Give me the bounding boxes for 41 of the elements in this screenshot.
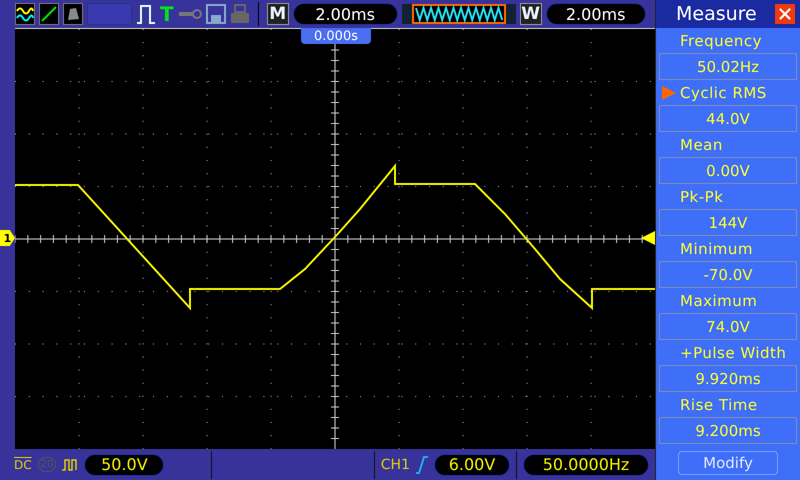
modify-button[interactable]: Modify (678, 451, 778, 475)
trigger-status: T (160, 3, 174, 25)
measurement-value: 9.200ms (659, 417, 797, 444)
trigger-time-tag: 0.000s (301, 28, 371, 44)
channel-marker: 1 (0, 230, 15, 246)
measurement-name[interactable]: Pk-Pk (680, 188, 724, 206)
measurement-name[interactable]: Maximum (680, 292, 758, 310)
bandwidth-limit-label: 20 (38, 457, 56, 472)
rising-edge-icon (416, 456, 428, 474)
measurement-name[interactable]: Mean (680, 136, 723, 154)
trigger-level-readout: 6.00V (434, 454, 510, 476)
main-key[interactable]: M (266, 3, 289, 25)
panel-title: Measure (676, 3, 757, 25)
measurement-value: -70.0V (659, 261, 797, 288)
save-icon[interactable] (206, 4, 226, 24)
measurement-value: 9.920ms (659, 365, 797, 392)
trigger-level-marker (641, 231, 655, 245)
empty-slot (87, 3, 132, 25)
waveform-icon[interactable] (15, 3, 35, 25)
volts-per-div-readout: 50.0V (84, 454, 164, 476)
measurement-name[interactable]: Rise Time (680, 396, 758, 414)
persistence-icon[interactable] (63, 3, 83, 25)
window-timebase-readout: 2.00ms (546, 3, 646, 25)
frequency-readout: 50.0000Hz (523, 454, 649, 476)
measurement-value: 0.00V (659, 157, 797, 184)
pulse-icon (62, 458, 78, 472)
measurement-value: 74.0V (659, 313, 797, 340)
pulse-icon[interactable] (136, 3, 156, 25)
measurement-value: 50.02Hz (659, 53, 797, 80)
measurement-name[interactable]: Cyclic RMS (680, 84, 767, 102)
close-button[interactable] (775, 4, 795, 24)
measurement-value: 144V (659, 209, 797, 236)
timebase-readout: 2.00ms (292, 3, 398, 25)
measurement-name[interactable]: +Pulse Width (680, 344, 786, 362)
measurement-name[interactable]: Frequency (680, 32, 762, 50)
trigger-source-label: CH1 (380, 456, 410, 472)
coupling-label: DC (14, 458, 32, 472)
measurement-name[interactable]: Minimum (680, 240, 754, 258)
measurement-value: 44.0V (659, 105, 797, 132)
window-key[interactable]: W (520, 3, 542, 25)
line-icon[interactable] (39, 3, 59, 25)
